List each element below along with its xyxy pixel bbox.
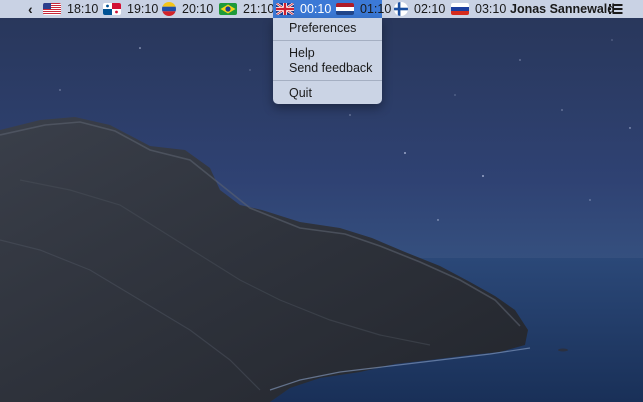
timezone-item-russia[interactable]: 03:10 [451, 0, 506, 18]
timezone-item-panama[interactable]: 19:10 [103, 0, 158, 18]
timezone-item-finland[interactable]: 02:10 [394, 0, 445, 18]
timezone-time: 19:10 [127, 2, 159, 16]
user-name[interactable]: Jonas Sannewald [510, 0, 615, 18]
us-flag-icon [43, 3, 61, 15]
timezone-time: 21:10 [243, 2, 275, 16]
panama-flag-icon [103, 3, 121, 15]
timezone-time: 01:10 [360, 2, 392, 16]
list-icon[interactable] [609, 0, 623, 18]
chevron-left-icon[interactable]: ‹ [28, 0, 33, 18]
brazil-flag-icon [219, 3, 237, 15]
timezone-item-netherlands[interactable]: 01:10 [336, 0, 391, 18]
timezone-time: 18:10 [67, 2, 99, 16]
menu-item-help[interactable]: Help [289, 46, 315, 61]
russia-flag-icon [451, 3, 469, 15]
timezone-time: 00:10 [300, 2, 332, 16]
timezone-item-us[interactable]: 18:10 [43, 0, 104, 18]
menu-item-send-feedback[interactable]: Send feedback [289, 61, 372, 76]
menu-bar: ‹ 18:10 19:10 20:10 21:10 00:10 01:10 02… [0, 0, 643, 18]
uk-flag-icon [276, 3, 294, 15]
menu-separator [273, 80, 382, 81]
timezone-time: 02:10 [414, 2, 446, 16]
netherlands-flag-icon [336, 3, 354, 15]
dropdown-menu: Preferences Help Send feedback Quit [273, 18, 382, 104]
timezone-item-brazil[interactable]: 21:10 [219, 0, 274, 18]
timezone-time: 03:10 [475, 2, 507, 16]
finland-flag-icon [394, 2, 408, 16]
venezuela-flag-icon [162, 2, 176, 16]
menu-item-quit[interactable]: Quit [289, 86, 312, 101]
timezone-time: 20:10 [182, 2, 214, 16]
menu-separator [273, 40, 382, 41]
desktop: ‹ 18:10 19:10 20:10 21:10 00:10 01:10 02… [0, 0, 643, 402]
timezone-item-venezuela[interactable]: 20:10 [162, 0, 213, 18]
menu-item-preferences[interactable]: Preferences [289, 21, 356, 36]
